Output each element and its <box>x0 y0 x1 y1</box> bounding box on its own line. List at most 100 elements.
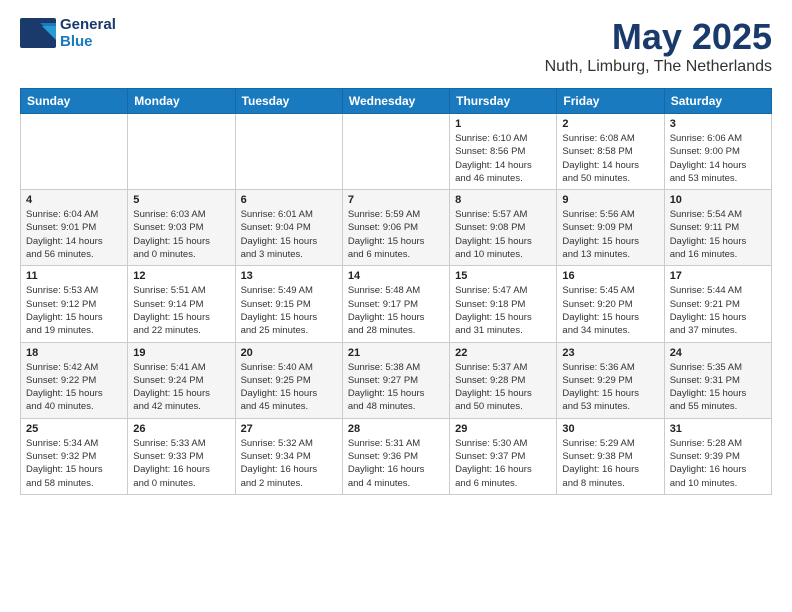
day-info: Sunrise: 5:56 AM Sunset: 9:09 PM Dayligh… <box>562 208 658 261</box>
calendar-cell: 31Sunrise: 5:28 AM Sunset: 9:39 PM Dayli… <box>664 418 771 494</box>
day-info: Sunrise: 5:57 AM Sunset: 9:08 PM Dayligh… <box>455 208 551 261</box>
logo: General Blue <box>20 16 116 50</box>
calendar-cell: 19Sunrise: 5:41 AM Sunset: 9:24 PM Dayli… <box>128 342 235 418</box>
day-number: 29 <box>455 423 551 435</box>
header-thursday: Thursday <box>450 89 557 114</box>
calendar-cell: 20 Sunrise: 5:40 AM Sunset: 9:25 PM Dayli… <box>235 342 342 418</box>
day-number: 21 <box>348 347 444 359</box>
day-number: 14 <box>348 270 444 282</box>
calendar-cell: 10 Sunrise: 5:54 AM Sunset: 9:11 PM Dayli… <box>664 190 771 266</box>
calendar-cell <box>342 114 449 190</box>
day-number: 18 <box>26 347 122 359</box>
calendar-cell <box>235 114 342 190</box>
day-info: Sunrise: 5:54 AM Sunset: 9:11 PM Dayligh… <box>670 208 766 261</box>
calendar-cell: 7 Sunrise: 5:59 AM Sunset: 9:06 PM Daylig… <box>342 190 449 266</box>
calendar-cell: 27 Sunrise: 5:32 AM Sunset: 9:34 PM Dayli… <box>235 418 342 494</box>
day-number: 13 <box>241 270 337 282</box>
day-info: Sunrise: 5:34 AM Sunset: 9:32 PM Dayligh… <box>26 437 122 490</box>
calendar-cell: 16 Sunrise: 5:45 AM Sunset: 9:20 PM Dayli… <box>557 266 664 342</box>
header-wednesday: Wednesday <box>342 89 449 114</box>
month-title: May 2025 <box>545 16 772 58</box>
day-info: Sunrise: 6:04 AM Sunset: 9:01 PM Dayligh… <box>26 208 122 261</box>
header-tuesday: Tuesday <box>235 89 342 114</box>
day-info: Sunrise: 6:01 AM Sunset: 9:04 PM Dayligh… <box>241 208 337 261</box>
day-number: 11 <box>26 270 122 282</box>
day-info: Sunrise: 5:30 AM Sunset: 9:37 PM Dayligh… <box>455 437 551 490</box>
day-number: 1 <box>455 118 551 130</box>
day-number: 28 <box>348 423 444 435</box>
day-info: Sunrise: 5:49 AM Sunset: 9:15 PM Dayligh… <box>241 284 337 337</box>
calendar-cell: 22Sunrise: 5:37 AM Sunset: 9:28 PM Dayli… <box>450 342 557 418</box>
day-info: Sunrise: 5:32 AM Sunset: 9:34 PM Dayligh… <box>241 437 337 490</box>
day-info: Sunrise: 5:48 AM Sunset: 9:17 PM Dayligh… <box>348 284 444 337</box>
day-number: 30 <box>562 423 658 435</box>
day-number: 25 <box>26 423 122 435</box>
day-info: Sunrise: 5:47 AM Sunset: 9:18 PM Dayligh… <box>455 284 551 337</box>
calendar-cell: 11 Sunrise: 5:53 AM Sunset: 9:12 PM Dayli… <box>21 266 128 342</box>
calendar-cell: 26Sunrise: 5:33 AM Sunset: 9:33 PM Dayli… <box>128 418 235 494</box>
calendar-cell: 4 Sunrise: 6:04 AM Sunset: 9:01 PM Daylig… <box>21 190 128 266</box>
day-number: 6 <box>241 194 337 206</box>
day-number: 17 <box>670 270 766 282</box>
calendar-header-row: SundayMondayTuesdayWednesdayThursdayFrid… <box>21 89 772 114</box>
day-number: 22 <box>455 347 551 359</box>
day-number: 2 <box>562 118 658 130</box>
calendar-cell: 18Sunrise: 5:42 AM Sunset: 9:22 PM Dayli… <box>21 342 128 418</box>
calendar-cell: 8 Sunrise: 5:57 AM Sunset: 9:08 PM Daylig… <box>450 190 557 266</box>
day-number: 24 <box>670 347 766 359</box>
week-row-1: 1 Sunrise: 6:10 AM Sunset: 8:56 PM Daylig… <box>21 114 772 190</box>
day-number: 20 <box>241 347 337 359</box>
day-number: 12 <box>133 270 229 282</box>
calendar-cell <box>21 114 128 190</box>
day-info: Sunrise: 6:06 AM Sunset: 9:00 PM Dayligh… <box>670 132 766 185</box>
day-info: Sunrise: 5:29 AM Sunset: 9:38 PM Dayligh… <box>562 437 658 490</box>
week-row-2: 4 Sunrise: 6:04 AM Sunset: 9:01 PM Daylig… <box>21 190 772 266</box>
header-saturday: Saturday <box>664 89 771 114</box>
logo-text: General Blue <box>60 16 116 50</box>
calendar-cell: 2 Sunrise: 6:08 AM Sunset: 8:58 PM Daylig… <box>557 114 664 190</box>
day-number: 4 <box>26 194 122 206</box>
day-info: Sunrise: 5:38 AM Sunset: 9:27 PM Dayligh… <box>348 361 444 414</box>
calendar-cell: 6 Sunrise: 6:01 AM Sunset: 9:04 PM Daylig… <box>235 190 342 266</box>
day-info: Sunrise: 5:51 AM Sunset: 9:14 PM Dayligh… <box>133 284 229 337</box>
calendar-cell: 23 Sunrise: 5:36 AM Sunset: 9:29 PM Dayli… <box>557 342 664 418</box>
location-subtitle: Nuth, Limburg, The Netherlands <box>545 58 772 76</box>
day-info: Sunrise: 5:31 AM Sunset: 9:36 PM Dayligh… <box>348 437 444 490</box>
day-number: 7 <box>348 194 444 206</box>
header-sunday: Sunday <box>21 89 128 114</box>
day-number: 15 <box>455 270 551 282</box>
week-row-4: 18Sunrise: 5:42 AM Sunset: 9:22 PM Dayli… <box>21 342 772 418</box>
header-friday: Friday <box>557 89 664 114</box>
day-info: Sunrise: 5:40 AM Sunset: 9:25 PM Dayligh… <box>241 361 337 414</box>
day-info: Sunrise: 6:10 AM Sunset: 8:56 PM Dayligh… <box>455 132 551 185</box>
day-number: 23 <box>562 347 658 359</box>
calendar-cell: 28 Sunrise: 5:31 AM Sunset: 9:36 PM Dayli… <box>342 418 449 494</box>
day-number: 27 <box>241 423 337 435</box>
day-info: Sunrise: 5:53 AM Sunset: 9:12 PM Dayligh… <box>26 284 122 337</box>
day-info: Sunrise: 5:59 AM Sunset: 9:06 PM Dayligh… <box>348 208 444 261</box>
day-info: Sunrise: 5:41 AM Sunset: 9:24 PM Dayligh… <box>133 361 229 414</box>
week-row-5: 25 Sunrise: 5:34 AM Sunset: 9:32 PM Dayli… <box>21 418 772 494</box>
calendar-cell: 25 Sunrise: 5:34 AM Sunset: 9:32 PM Dayli… <box>21 418 128 494</box>
week-row-3: 11 Sunrise: 5:53 AM Sunset: 9:12 PM Dayli… <box>21 266 772 342</box>
day-number: 10 <box>670 194 766 206</box>
page-header: General Blue May 2025 Nuth, Limburg, The… <box>20 16 772 76</box>
day-info: Sunrise: 6:08 AM Sunset: 8:58 PM Dayligh… <box>562 132 658 185</box>
day-info: Sunrise: 5:33 AM Sunset: 9:33 PM Dayligh… <box>133 437 229 490</box>
calendar-cell: 17 Sunrise: 5:44 AM Sunset: 9:21 PM Dayli… <box>664 266 771 342</box>
header-monday: Monday <box>128 89 235 114</box>
day-info: Sunrise: 5:45 AM Sunset: 9:20 PM Dayligh… <box>562 284 658 337</box>
calendar-cell: 15 Sunrise: 5:47 AM Sunset: 9:18 PM Dayli… <box>450 266 557 342</box>
day-number: 3 <box>670 118 766 130</box>
day-info: Sunrise: 5:28 AM Sunset: 9:39 PM Dayligh… <box>670 437 766 490</box>
calendar-cell: 30 Sunrise: 5:29 AM Sunset: 9:38 PM Dayli… <box>557 418 664 494</box>
day-info: Sunrise: 5:44 AM Sunset: 9:21 PM Dayligh… <box>670 284 766 337</box>
calendar-cell: 1 Sunrise: 6:10 AM Sunset: 8:56 PM Daylig… <box>450 114 557 190</box>
day-number: 16 <box>562 270 658 282</box>
logo-icon <box>20 18 56 48</box>
calendar-cell: 3 Sunrise: 6:06 AM Sunset: 9:00 PM Daylig… <box>664 114 771 190</box>
calendar-cell <box>128 114 235 190</box>
day-info: Sunrise: 5:36 AM Sunset: 9:29 PM Dayligh… <box>562 361 658 414</box>
day-number: 8 <box>455 194 551 206</box>
calendar-cell: 21 Sunrise: 5:38 AM Sunset: 9:27 PM Dayli… <box>342 342 449 418</box>
